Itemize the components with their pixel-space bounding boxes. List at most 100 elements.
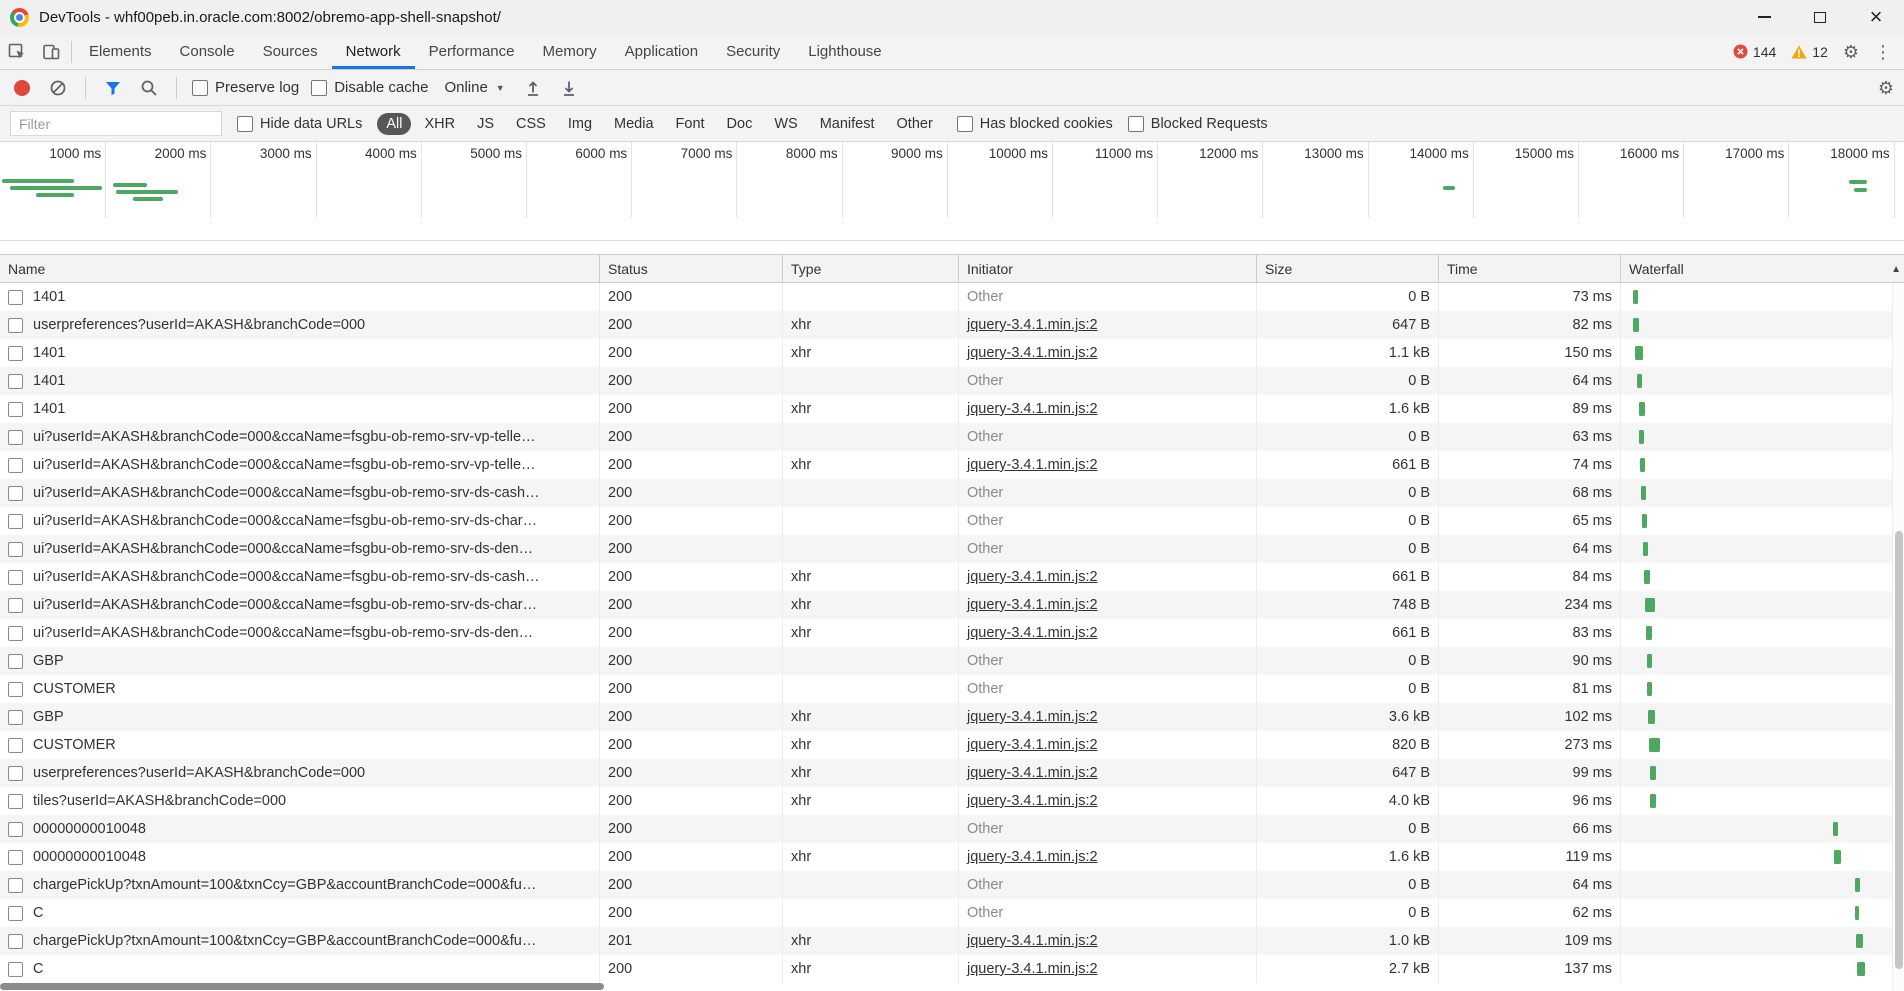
device-toolbar-button[interactable]	[34, 34, 68, 69]
type-filter-media[interactable]: Media	[605, 113, 663, 135]
table-row[interactable]: ui?userId=AKASH&branchCode=000&ccaName=f…	[0, 479, 1904, 507]
request-checkbox[interactable]	[8, 766, 23, 781]
table-row[interactable]: chargePickUp?txnAmount=100&txnCcy=GBP&ac…	[0, 871, 1904, 899]
request-checkbox[interactable]	[8, 794, 23, 809]
filter-toggle-button[interactable]	[101, 76, 125, 100]
type-filter-manifest[interactable]: Manifest	[811, 113, 884, 135]
request-checkbox[interactable]	[8, 878, 23, 893]
column-header-type[interactable]: Type	[783, 255, 959, 282]
request-checkbox[interactable]	[8, 542, 23, 557]
request-checkbox[interactable]	[8, 374, 23, 389]
initiator-link[interactable]: jquery-3.4.1.min.js:2	[967, 765, 1098, 781]
table-row[interactable]: CUSTOMER200Other0 B81 ms	[0, 675, 1904, 703]
settings-gear-icon[interactable]: ⚙	[1843, 43, 1859, 61]
request-checkbox[interactable]	[8, 430, 23, 445]
initiator-link[interactable]: jquery-3.4.1.min.js:2	[967, 569, 1098, 585]
type-filter-ws[interactable]: WS	[765, 113, 806, 135]
tab-sources[interactable]: Sources	[249, 34, 332, 69]
horizontal-scrollbar-thumb[interactable]	[0, 983, 604, 990]
disable-cache-checkbox[interactable]: Disable cache	[311, 79, 428, 96]
tab-elements[interactable]: Elements	[75, 34, 166, 69]
table-row[interactable]: 1401200Other0 B73 ms	[0, 283, 1904, 311]
column-header-size[interactable]: Size	[1257, 255, 1439, 282]
initiator-link[interactable]: jquery-3.4.1.min.js:2	[967, 597, 1098, 613]
table-row[interactable]: 1401200xhrjquery-3.4.1.min.js:21.6 kB89 …	[0, 395, 1904, 423]
has-blocked-cookies-checkbox[interactable]: Has blocked cookies	[957, 116, 1113, 132]
request-checkbox[interactable]	[8, 682, 23, 697]
import-har-button[interactable]	[521, 76, 545, 100]
initiator-link[interactable]: jquery-3.4.1.min.js:2	[967, 709, 1098, 725]
table-row[interactable]: userpreferences?userId=AKASH&branchCode=…	[0, 311, 1904, 339]
table-row[interactable]: GBP200Other0 B90 ms	[0, 647, 1904, 675]
network-settings-gear-icon[interactable]: ⚙	[1878, 79, 1894, 97]
initiator-link[interactable]: jquery-3.4.1.min.js:2	[967, 737, 1098, 753]
request-checkbox[interactable]	[8, 318, 23, 333]
close-button[interactable]: ×	[1848, 0, 1904, 34]
type-filter-img[interactable]: Img	[559, 113, 601, 135]
table-row[interactable]: 1401200xhrjquery-3.4.1.min.js:21.1 kB150…	[0, 339, 1904, 367]
type-filter-other[interactable]: Other	[888, 113, 942, 135]
type-filter-css[interactable]: CSS	[507, 113, 555, 135]
minimize-button[interactable]	[1736, 0, 1792, 34]
export-har-button[interactable]	[557, 76, 581, 100]
sort-ascending-icon[interactable]: ▲	[1891, 264, 1901, 275]
tab-network[interactable]: Network	[332, 34, 415, 69]
record-button[interactable]	[10, 76, 34, 100]
request-checkbox[interactable]	[8, 626, 23, 641]
tab-application[interactable]: Application	[611, 34, 712, 69]
initiator-link[interactable]: jquery-3.4.1.min.js:2	[967, 961, 1098, 977]
type-filter-js[interactable]: JS	[468, 113, 503, 135]
initiator-link[interactable]: jquery-3.4.1.min.js:2	[967, 345, 1098, 361]
preserve-log-checkbox[interactable]: Preserve log	[192, 79, 299, 96]
column-header-name[interactable]: Name	[0, 255, 600, 282]
vertical-scrollbar-thumb[interactable]	[1895, 531, 1903, 969]
error-badge[interactable]: 144	[1733, 44, 1776, 60]
type-filter-all[interactable]: All	[377, 113, 411, 135]
table-row[interactable]: ui?userId=AKASH&branchCode=000&ccaName=f…	[0, 619, 1904, 647]
table-row[interactable]: ui?userId=AKASH&branchCode=000&ccaName=f…	[0, 563, 1904, 591]
request-checkbox[interactable]	[8, 934, 23, 949]
filter-input[interactable]	[10, 111, 222, 136]
table-row[interactable]: 1401200Other0 B64 ms	[0, 367, 1904, 395]
overview-pane[interactable]: 1000 ms2000 ms3000 ms4000 ms5000 ms6000 …	[0, 142, 1904, 241]
warning-badge[interactable]: 12	[1791, 44, 1828, 60]
table-row[interactable]: CUSTOMER200xhrjquery-3.4.1.min.js:2820 B…	[0, 731, 1904, 759]
initiator-link[interactable]: jquery-3.4.1.min.js:2	[967, 401, 1098, 417]
table-row[interactable]: userpreferences?userId=AKASH&branchCode=…	[0, 759, 1904, 787]
column-header-initiator[interactable]: Initiator	[959, 255, 1257, 282]
initiator-link[interactable]: jquery-3.4.1.min.js:2	[967, 933, 1098, 949]
inspect-element-button[interactable]	[0, 34, 34, 69]
initiator-link[interactable]: jquery-3.4.1.min.js:2	[967, 317, 1098, 333]
request-checkbox[interactable]	[8, 514, 23, 529]
type-filter-font[interactable]: Font	[667, 113, 714, 135]
tab-security[interactable]: Security	[712, 34, 794, 69]
request-checkbox[interactable]	[8, 346, 23, 361]
tab-memory[interactable]: Memory	[529, 34, 611, 69]
request-checkbox[interactable]	[8, 598, 23, 613]
request-checkbox[interactable]	[8, 486, 23, 501]
initiator-link[interactable]: jquery-3.4.1.min.js:2	[967, 457, 1098, 473]
blocked-requests-checkbox[interactable]: Blocked Requests	[1128, 116, 1268, 132]
request-checkbox[interactable]	[8, 654, 23, 669]
type-filter-xhr[interactable]: XHR	[415, 113, 464, 135]
column-header-status[interactable]: Status	[600, 255, 783, 282]
table-row[interactable]: GBP200xhrjquery-3.4.1.min.js:23.6 kB102 …	[0, 703, 1904, 731]
request-checkbox[interactable]	[8, 738, 23, 753]
request-checkbox[interactable]	[8, 570, 23, 585]
request-checkbox[interactable]	[8, 850, 23, 865]
table-row[interactable]: C200xhrjquery-3.4.1.min.js:22.7 kB137 ms	[0, 955, 1904, 983]
type-filter-doc[interactable]: Doc	[718, 113, 762, 135]
search-button[interactable]	[137, 76, 161, 100]
initiator-link[interactable]: jquery-3.4.1.min.js:2	[967, 625, 1098, 641]
request-checkbox[interactable]	[8, 402, 23, 417]
throttling-select[interactable]: Online ▼	[440, 79, 508, 96]
request-checkbox[interactable]	[8, 710, 23, 725]
initiator-link[interactable]: jquery-3.4.1.min.js:2	[967, 849, 1098, 865]
request-checkbox[interactable]	[8, 906, 23, 921]
initiator-link[interactable]: jquery-3.4.1.min.js:2	[967, 793, 1098, 809]
table-row[interactable]: ui?userId=AKASH&branchCode=000&ccaName=f…	[0, 535, 1904, 563]
column-header-waterfall[interactable]: Waterfall	[1621, 255, 1904, 282]
tab-console[interactable]: Console	[166, 34, 249, 69]
table-row[interactable]: tiles?userId=AKASH&branchCode=000200xhrj…	[0, 787, 1904, 815]
tab-performance[interactable]: Performance	[415, 34, 529, 69]
